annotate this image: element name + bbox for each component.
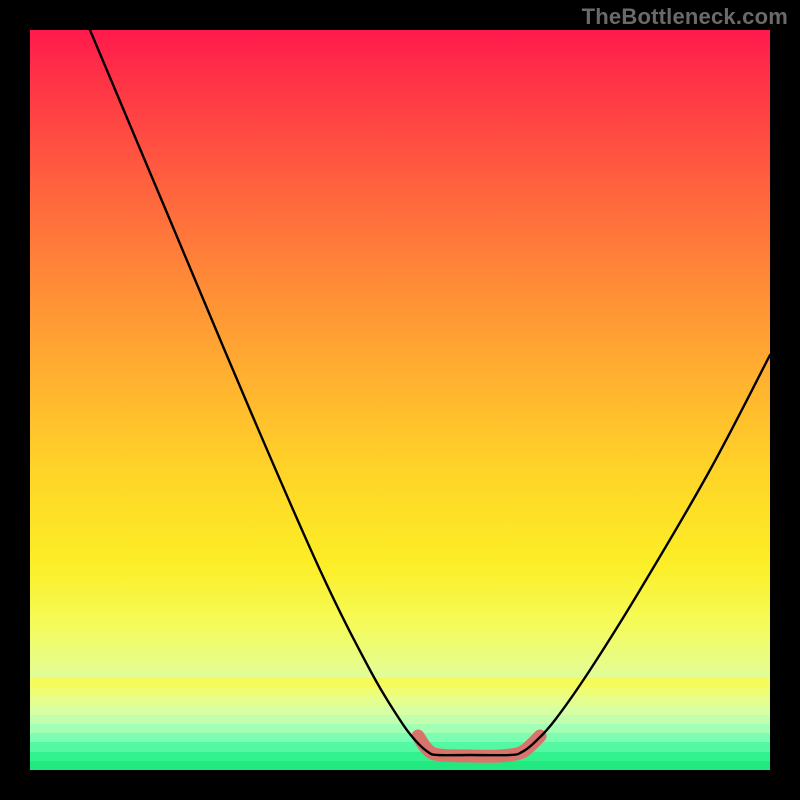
chart-stage: TheBottleneck.com <box>0 0 800 800</box>
plot-area <box>30 30 770 770</box>
bottleneck-curve-path <box>90 30 770 755</box>
plot-svg <box>30 30 770 770</box>
watermark-text: TheBottleneck.com <box>582 4 788 30</box>
